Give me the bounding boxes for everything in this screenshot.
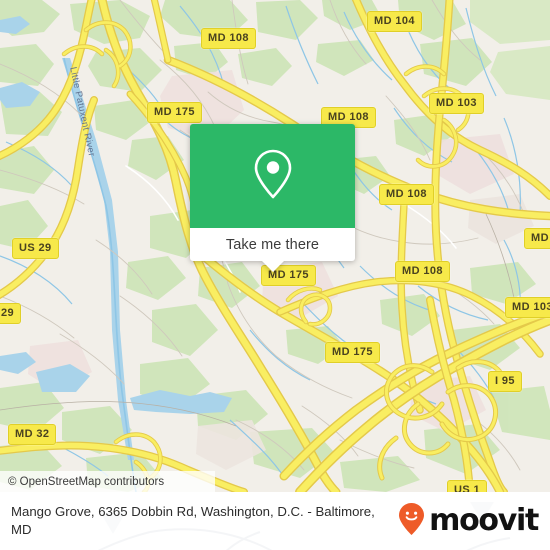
location-address-text: Mango Grove, 6365 Dobbin Rd, Washington,… [11,504,375,537]
footer-bar: Mango Grove, 6365 Dobbin Rd, Washington,… [0,492,550,550]
moovit-map-screenshot: .land { fill:#f2efe9; } .grn { fill:#cfe… [0,0,550,550]
road-shield: MD 108 [395,261,450,282]
road-shield: MD 108 [201,28,256,49]
road-shield: MD 103 [429,93,484,114]
road-shield: 29 [0,303,22,324]
road-shield: US 29 [12,238,59,259]
road-shield: MD 1 [524,228,550,249]
osm-attribution[interactable]: © OpenStreetMap contributors [0,471,215,492]
road-shield: MD 108 [379,184,434,205]
take-me-there-label: Take me there [225,236,320,253]
map-canvas[interactable]: .land { fill:#f2efe9; } .grn { fill:#cfe… [0,0,550,492]
road-shield: MD 175 [147,102,202,123]
map-pin-icon [252,147,294,206]
popup-pointer-tail [261,261,284,272]
road-shield: MD 104 [367,11,422,32]
osm-attribution-text: © OpenStreetMap contributors [8,475,165,488]
road-shield: I 95 [488,371,522,392]
road-shield: MD 32 [8,424,57,445]
road-shield: MD 175 [325,342,380,363]
moovit-wordmark: moovit [429,503,539,538]
popup-header [190,124,355,228]
popup-action-bar[interactable]: Take me there [190,228,355,261]
location-popup-card[interactable]: Take me there [190,124,355,272]
moovit-smiley-pin-icon [398,502,425,541]
road-shield: US 1 [447,480,488,492]
moovit-brand-logo[interactable]: moovit [398,502,539,541]
road-shield: MD 103 [505,297,550,318]
